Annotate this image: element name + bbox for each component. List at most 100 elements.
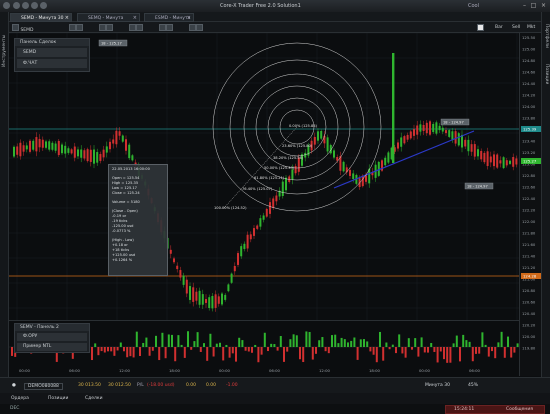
symbol-selector[interactable]: SEMD xyxy=(12,23,34,33)
indicator-icon[interactable] xyxy=(129,23,143,32)
open-icon[interactable] xyxy=(22,2,29,9)
user-name[interactable]: Cool xyxy=(468,3,479,9)
volume-bar xyxy=(158,347,161,361)
candle xyxy=(224,294,227,300)
bar-button[interactable]: Bar xyxy=(495,23,503,32)
candle xyxy=(441,127,444,132)
new-icon[interactable] xyxy=(13,2,20,9)
time-tick-label: 18:00 xyxy=(169,368,181,373)
chart-toolbar: SEMD Bar Sell Mkt xyxy=(9,22,541,33)
volume-bar xyxy=(251,347,253,353)
tab-deals[interactable]: Сделки xyxy=(85,396,103,401)
volume-bar xyxy=(427,347,429,353)
candle xyxy=(109,141,111,150)
candle xyxy=(105,146,108,153)
app-logo-icon[interactable] xyxy=(3,2,10,9)
volume-bar xyxy=(452,343,455,347)
indicator-panel-row[interactable]: Пример NTL xyxy=(17,343,87,351)
volume-bar xyxy=(331,335,333,347)
zoom-icon[interactable] xyxy=(189,23,203,32)
chart-type-icon[interactable] xyxy=(69,23,83,32)
account-icon[interactable]: ● xyxy=(12,383,16,388)
candle xyxy=(313,136,316,145)
time-axis[interactable]: 00:00 06:00 12:00 18:00 00:00 06:00 12:00 18:00… xyxy=(9,364,519,376)
messages-label: Сообщения xyxy=(506,407,534,412)
candle xyxy=(128,144,131,159)
tab-orders[interactable]: Ордера xyxy=(11,396,29,401)
candle xyxy=(230,273,233,283)
eraser-icon[interactable] xyxy=(477,23,484,32)
right-sidebar[interactable]: Портфели Позиции xyxy=(541,12,550,392)
time-tick-label: 00:00 xyxy=(419,368,431,373)
volume-bar xyxy=(430,343,433,347)
volume-bar xyxy=(212,347,215,357)
tab-semd[interactable]: SEMD - Минута 30 × xyxy=(10,13,72,22)
candle xyxy=(496,154,499,168)
candle xyxy=(173,258,175,263)
candle xyxy=(457,133,460,146)
candle xyxy=(438,125,441,131)
candle xyxy=(320,130,323,139)
maximize-icon[interactable]: □ xyxy=(529,2,538,10)
price-tick-label: 120.80 xyxy=(522,288,536,293)
volume-bar xyxy=(289,339,292,347)
volume-bar xyxy=(267,347,269,352)
price-axis[interactable]: 125.50 125.00 124.80 124.60 124.40 124.20 124.… xyxy=(519,33,541,376)
minimize-icon[interactable]: – xyxy=(520,2,529,10)
instruments-label[interactable]: Инструменты xyxy=(2,35,7,67)
indicator-panel-row[interactable]: Ф.ОРУ xyxy=(17,333,87,341)
candle xyxy=(115,130,118,145)
candle xyxy=(275,195,278,202)
volume-bar xyxy=(484,344,487,347)
timeframe-selector[interactable]: Минута 30 xyxy=(425,383,450,388)
chart-tabs: SEMD - Минута 30 × SEMQ - Минута × ESMD - … xyxy=(0,12,550,22)
fib-label: 50.00% (125.39) xyxy=(264,166,295,170)
volume-bar xyxy=(417,347,420,357)
candle xyxy=(211,296,214,309)
candle xyxy=(70,149,73,154)
tab-positions[interactable]: Позиции xyxy=(48,396,68,401)
market-button[interactable]: Mkt xyxy=(527,23,535,32)
price-tick-label: 124.60 xyxy=(522,70,536,75)
volume-bar xyxy=(475,347,477,354)
price-tick-label: 125.00 xyxy=(522,47,536,52)
candle xyxy=(285,177,287,191)
trade-panel-row[interactable]: Ф.ЧАТ xyxy=(17,59,87,68)
volume-bar xyxy=(244,347,247,351)
price-chart[interactable]: 0.00% (125.88) 23.60% (125.80) 38.20% (125… xyxy=(9,33,519,320)
trade-panel-row[interactable]: SEMD xyxy=(17,48,87,57)
zoom-level[interactable]: 45% xyxy=(468,383,478,388)
sell-button[interactable]: Sell xyxy=(512,23,520,32)
volume-bar xyxy=(359,339,362,347)
volume-bar xyxy=(315,347,317,354)
candle xyxy=(470,144,473,152)
candle xyxy=(208,297,211,309)
undo-icon[interactable] xyxy=(40,2,47,9)
price-tick-label: 123.20 xyxy=(522,150,536,155)
account-selector[interactable]: DEMO080088 xyxy=(24,383,63,390)
save-icon[interactable] xyxy=(31,2,38,9)
candle xyxy=(493,154,495,167)
price-tick-label: 120.00 xyxy=(522,334,536,339)
candle xyxy=(121,135,124,142)
margin-used-value: 0.00 xyxy=(206,383,217,388)
messages-button[interactable]: 15:24:11 Сообщения xyxy=(445,405,545,414)
left-sidebar[interactable]: Инструменты xyxy=(0,12,9,392)
candle xyxy=(118,131,121,136)
volume-bar xyxy=(356,347,359,360)
portfolio-label[interactable]: Портфели xyxy=(544,24,549,48)
tab-esmd[interactable]: ESMD - Минута × xyxy=(144,13,194,22)
candle xyxy=(397,142,399,149)
close-icon[interactable]: × xyxy=(539,2,548,10)
candle xyxy=(48,141,51,150)
tab-semq[interactable]: SEMQ - Минута × xyxy=(77,13,140,22)
volume-bar xyxy=(180,344,183,347)
positions-label[interactable]: Позиции xyxy=(544,64,549,84)
volume-bar xyxy=(273,344,276,347)
timeframe-icon[interactable] xyxy=(99,23,113,32)
candle xyxy=(99,154,102,161)
volume-bar xyxy=(395,347,397,354)
time-tick-label: 00:00 xyxy=(219,368,231,373)
candle xyxy=(16,146,19,155)
drawing-icon[interactable] xyxy=(159,23,173,32)
